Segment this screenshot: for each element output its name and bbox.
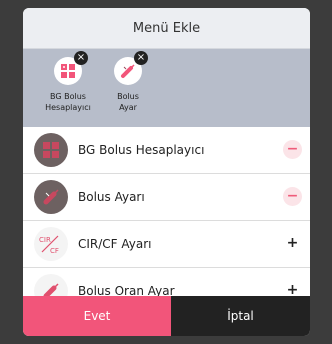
selected-item-label-line2: Hesaplayıcı bbox=[45, 103, 91, 112]
remove-item-button[interactable]: − bbox=[283, 140, 302, 159]
menu-item-bg-bolus-hesaplayici[interactable]: BG Bolus Hesaplayıcı − bbox=[23, 127, 310, 174]
menu-item-cir-cf-ayari[interactable]: CIR CF CIR/CF Ayarı + bbox=[23, 221, 310, 268]
syringe-icon bbox=[34, 180, 68, 214]
dialog-footer: Evet İptal bbox=[23, 296, 310, 336]
grid-icon: × bbox=[54, 51, 88, 85]
selected-items-strip: × BG Bolus Hesaplayıcı × Bolus Ayar bbox=[23, 49, 310, 127]
grid-icon bbox=[34, 133, 68, 167]
selected-item-label-line1: BG Bolus bbox=[50, 92, 86, 101]
cir-cf-icon-top: CIR bbox=[39, 236, 51, 244]
remove-selected-button[interactable]: × bbox=[74, 51, 88, 65]
menu-item-label: CIR/CF Ayarı bbox=[78, 237, 152, 251]
menu-item-label: BG Bolus Hesaplayıcı bbox=[78, 143, 205, 157]
remove-item-button[interactable]: − bbox=[283, 187, 302, 206]
add-item-button[interactable]: + bbox=[283, 234, 302, 253]
menu-item-bolus-ayari[interactable]: Bolus Ayarı − bbox=[23, 174, 310, 221]
cir-cf-icon-bottom: CF bbox=[50, 247, 59, 255]
confirm-button[interactable]: Evet bbox=[23, 296, 171, 336]
selected-item-label-line2: Ayar bbox=[119, 103, 137, 112]
add-menu-dialog: Menü Ekle × BG Bolus Hesaplayıcı × Bolus… bbox=[23, 8, 310, 336]
syringe-icon: × bbox=[114, 51, 148, 85]
menu-item-label: Bolus Ayarı bbox=[78, 190, 145, 204]
cancel-button[interactable]: İptal bbox=[171, 296, 310, 336]
selected-item-bolus-ayar[interactable]: × Bolus Ayar bbox=[93, 51, 163, 113]
cir-cf-icon: CIR CF bbox=[34, 227, 68, 261]
dialog-title: Menü Ekle bbox=[132, 20, 201, 36]
remove-selected-button[interactable]: × bbox=[134, 51, 148, 65]
menu-item-list: BG Bolus Hesaplayıcı − Bolus Ayarı − CIR… bbox=[23, 127, 310, 315]
selected-item-label-line1: Bolus bbox=[117, 92, 139, 101]
dialog-header: Menü Ekle bbox=[23, 8, 310, 49]
